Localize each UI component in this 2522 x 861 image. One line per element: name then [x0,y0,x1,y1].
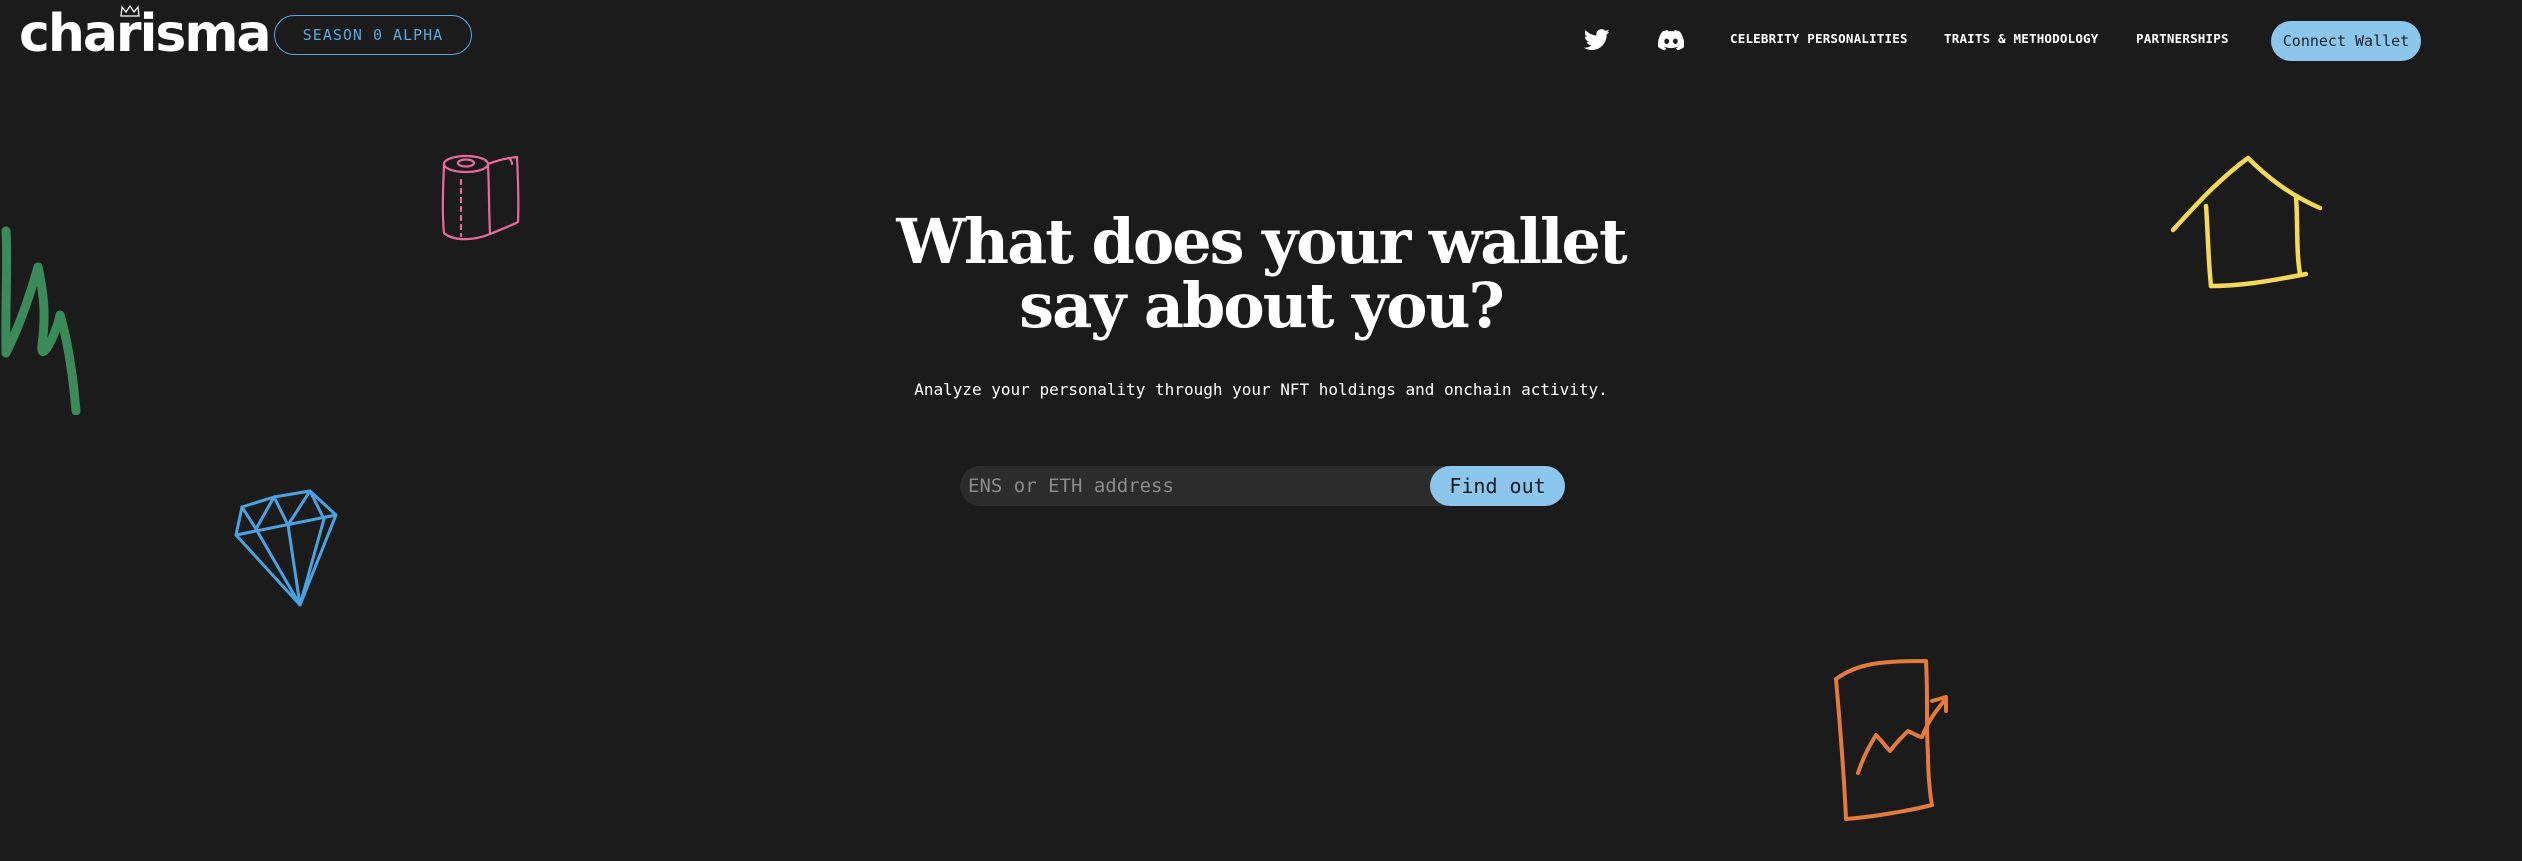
hero-title-line1: What does your wallet [896,205,1627,278]
address-input[interactable] [960,466,1430,506]
crown-icon [120,4,140,17]
charisma-logo[interactable]: charisma [19,4,272,64]
nav-traits-methodology[interactable]: TRAITS & METHODOLOGY [1944,31,2099,46]
hero-title-line2: say about you? [1019,269,1505,342]
connect-wallet-button[interactable]: Connect Wallet [2271,21,2421,61]
find-out-button[interactable]: Find out [1430,466,1565,506]
squiggle-doodle [1,226,81,415]
chart-doodle [1834,659,1948,821]
twitter-icon[interactable] [1583,26,1611,54]
house-doodle [2170,155,2323,289]
hero-subtitle: Analyze your personality through your NF… [914,380,1608,399]
nav-celebrity-personalities[interactable]: CELEBRITY PERSONALITIES [1730,31,1908,46]
season-badge[interactable]: SEASON 0 ALPHA [274,15,472,55]
diamond-doodle [234,489,338,607]
address-search-form: Find out [960,466,1565,506]
header: charisma SEASON 0 ALPHA CELEBRITY PERSON… [0,0,2522,80]
toilet-paper-doodle [441,154,520,241]
discord-icon[interactable] [1657,26,1685,54]
hero-title: What does your wallet say about you? [761,210,1761,338]
nav-partnerships[interactable]: PARTNERSHIPS [2136,31,2229,46]
landing-page: charisma SEASON 0 ALPHA CELEBRITY PERSON… [0,0,2522,861]
